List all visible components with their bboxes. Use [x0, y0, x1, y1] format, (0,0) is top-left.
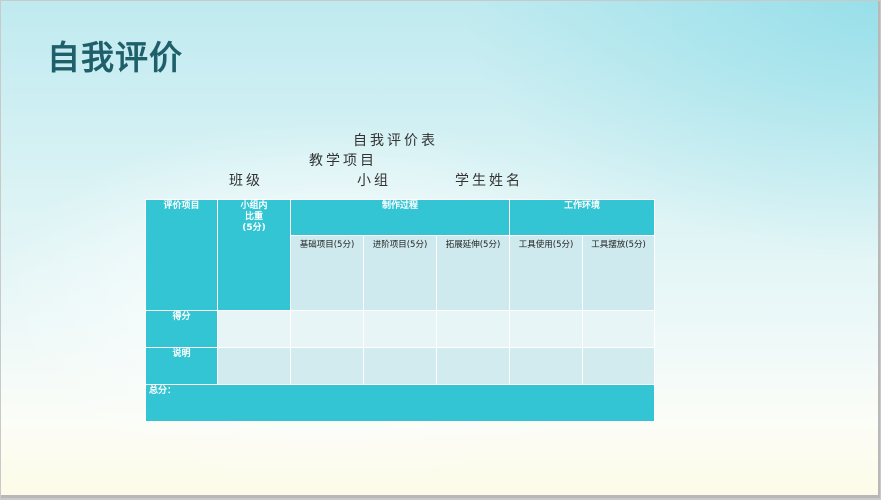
slide: 自我评价 自我评价表 教学项目 班级 小组 学生姓名 评价项目 小组内 比重 (… — [1, 1, 880, 498]
total-label: 总分： — [149, 386, 177, 396]
header-weight-cell: 小组内 比重 (5分) — [217, 199, 291, 311]
header-process-cell: 制作过程 — [289, 199, 511, 236]
header-process: 制作过程 — [382, 201, 419, 211]
header-weight-line2: 比重 — [244, 212, 263, 222]
evaluation-table: 评价项目 小组内 比重 (5分) 制作过程 工作环境 基础项目(5分) 进阶项目… — [144, 199, 656, 422]
subheader-basic: 基础项目(5分) — [290, 235, 364, 311]
slide-title: 自我评价 — [47, 38, 183, 77]
class-label: 班级 — [229, 173, 263, 189]
row-score-label: 得分 — [145, 310, 218, 348]
score-cell[interactable] — [435, 310, 511, 348]
row-note-label: 说明 — [145, 347, 218, 385]
header-item: 评价项目 — [163, 201, 200, 211]
form-title: 自我评价表 — [353, 133, 438, 149]
note-cell[interactable] — [363, 347, 437, 385]
header-weight-line1: 小组内 — [240, 201, 268, 211]
score-cell[interactable] — [290, 310, 364, 348]
header-weight-line3: (5分) — [242, 223, 266, 233]
note-cell[interactable] — [435, 347, 511, 385]
total-cell[interactable]: 总分： — [144, 384, 656, 422]
note-cell[interactable] — [290, 347, 364, 385]
subheader-tool-use: 工具使用(5分) — [509, 235, 584, 311]
note-cell[interactable] — [217, 347, 291, 385]
score-cell[interactable] — [363, 310, 437, 348]
header-env-cell: 工作环境 — [509, 199, 656, 236]
header-env: 工作环境 — [564, 201, 601, 211]
subheader-tool-placement: 工具摆放(5分) — [582, 235, 656, 311]
row-score-text: 得分 — [172, 312, 191, 322]
subheader-advanced: 进阶项目(5分) — [363, 235, 437, 311]
project-label: 教学项目 — [309, 153, 377, 169]
student-label: 学生姓名 — [455, 173, 523, 189]
row-note-text: 说明 — [172, 349, 191, 359]
header-item-cell: 评价项目 — [145, 199, 218, 311]
score-cell[interactable] — [582, 310, 656, 348]
score-cell[interactable] — [509, 310, 584, 348]
score-cell[interactable] — [217, 310, 291, 348]
subheader-extension: 拓展延伸(5分) — [435, 235, 511, 311]
note-cell[interactable] — [582, 347, 656, 385]
group-label: 小组 — [357, 173, 391, 189]
note-cell[interactable] — [509, 347, 584, 385]
